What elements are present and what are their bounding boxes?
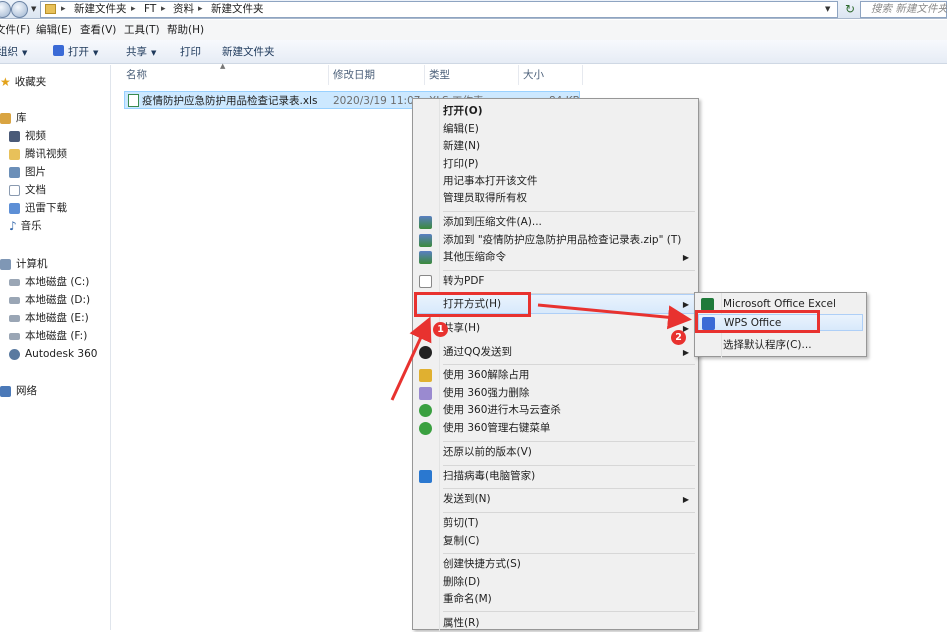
annotation-arrow-2 (537, 303, 692, 330)
annotation-arrow-1 (390, 316, 432, 401)
annotation-arrows (390, 303, 692, 401)
